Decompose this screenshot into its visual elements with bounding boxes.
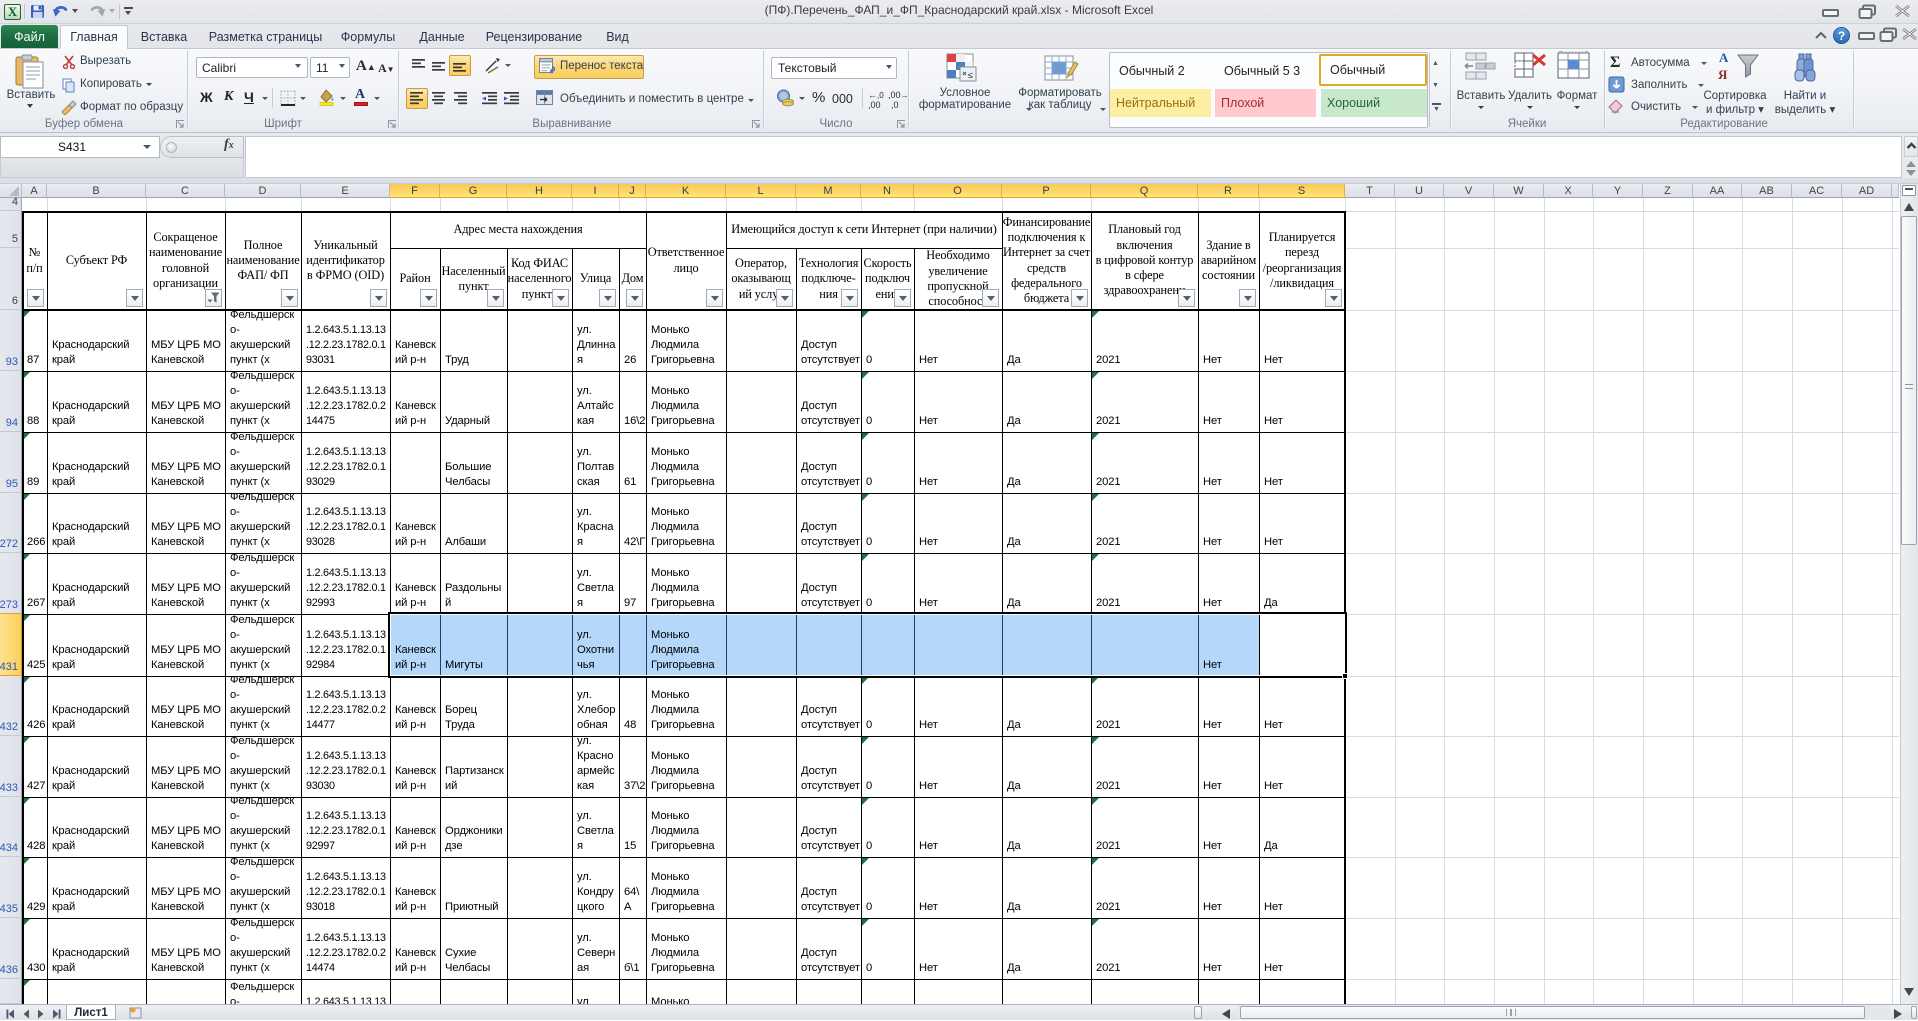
svg-text:≤: ≤ <box>968 70 973 80</box>
